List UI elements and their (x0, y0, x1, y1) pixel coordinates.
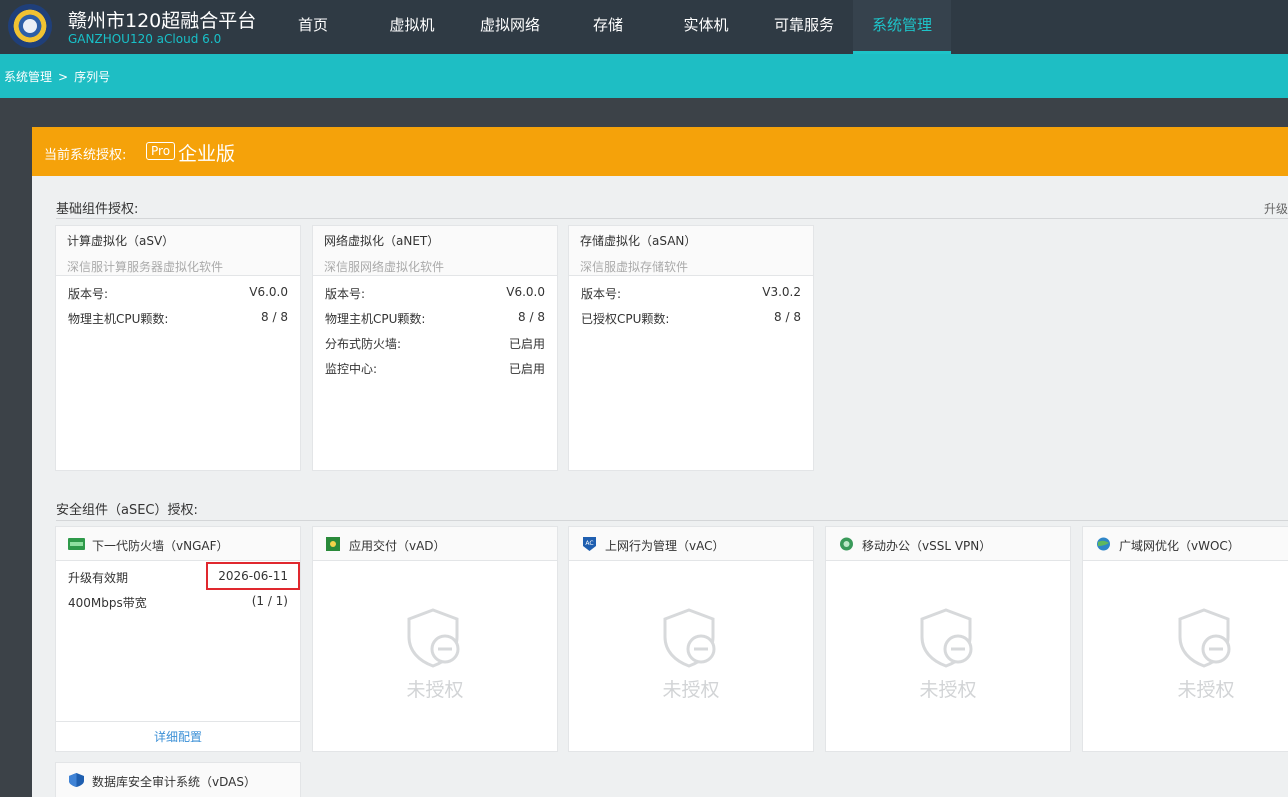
card-title: 应用交付（vAD） (349, 539, 446, 553)
card-title: 存储虚拟化（aSAN） (580, 234, 697, 248)
info-row: 版本号: V6.0.0 (313, 280, 557, 305)
ad-icon (326, 537, 340, 551)
vad-card: 应用交付（vAD） 未授权 (312, 526, 558, 752)
security-section-title: 安全组件（aSEC）授权: (56, 503, 198, 518)
info-row: 已授权CPU颗数: 8 / 8 (569, 305, 813, 330)
app-title: 赣州市120超融合平台 (68, 10, 257, 32)
card-title: 上网行为管理（vAC） (605, 539, 725, 553)
top-navbar: 赣州市120超融合平台 GANZHOU120 aCloud 6.0 首页 虚拟机… (0, 0, 1288, 54)
card-title: 数据库安全审计系统（vDAS） (92, 775, 256, 789)
vssl-vpn-card: 移动办公（vSSL VPN） 未授权 (825, 526, 1071, 752)
row-value: V6.0.0 (506, 285, 545, 299)
nav-system-management[interactable]: 系统管理 (853, 0, 951, 54)
row-key: 监控中心: (325, 362, 378, 376)
row-key: 版本号: (581, 287, 622, 301)
nav-physical[interactable]: 实体机 (672, 0, 740, 54)
unlicensed-state: 未授权 (313, 607, 557, 702)
svg-text:AC: AC (585, 540, 593, 547)
upgrade-link[interactable]: 升级 (1264, 200, 1288, 217)
vdas-card: 数据库安全审计系统（vDAS） (55, 762, 301, 797)
info-row: 版本号: V6.0.0 (56, 280, 300, 305)
unlicensed-label: 未授权 (919, 679, 977, 701)
app-subtitle: GANZHOU120 aCloud 6.0 (68, 32, 222, 46)
info-row: 物理主机CPU颗数: 8 / 8 (56, 305, 300, 330)
vngaf-card: 下一代防火墙（vNGAF） 升级有效期 2026-06-11 400Mbps带宽(… (55, 526, 301, 752)
nav-reliable[interactable]: 可靠服务 (764, 0, 844, 54)
vwoc-card: 广域网优化（vWOC） 未授权 (1082, 526, 1288, 752)
row-key: 版本号: (68, 287, 109, 301)
row-value: V6.0.0 (249, 285, 288, 299)
anet-card: 网络虚拟化（aNET） 深信服网络虚拟化软件 版本号: V6.0.0 物理主机CP… (312, 225, 558, 471)
section-divider (56, 218, 1288, 219)
ac-icon: AC (583, 537, 596, 551)
breadcrumb-separator: > (58, 70, 69, 84)
row-value: 8 / 8 (774, 310, 801, 324)
row-value: (1 / 1) (251, 594, 288, 608)
card-title: 计算虚拟化（aSV） (67, 234, 175, 248)
shield-icon (920, 608, 973, 668)
unlicensed-label: 未授权 (406, 679, 464, 701)
unlicensed-state: 未授权 (569, 607, 813, 702)
info-row: 物理主机CPU颗数: 8 / 8 (313, 305, 557, 330)
row-value: 8 / 8 (518, 310, 545, 324)
row-value: 已启用 (508, 362, 545, 376)
info-row: 版本号: V3.0.2 (569, 280, 813, 305)
basic-section-title: 基础组件授权: (56, 202, 139, 217)
card-title: 广域网优化（vWOC） (1119, 539, 1240, 553)
card-title: 下一代防火墙（vNGAF） (92, 539, 229, 553)
card-description: 深信服网络虚拟化软件 (324, 260, 445, 274)
pro-badge: Pro (146, 142, 176, 160)
row-value: 已启用 (508, 337, 545, 351)
breadcrumb-current: 序列号 (74, 70, 111, 84)
unlicensed-state: 未授权 (1083, 607, 1288, 702)
ngaf-icon (68, 538, 85, 550)
breadcrumb-band: 系统管理 > 序列号 (0, 54, 1288, 98)
unlicensed-label: 未授权 (1177, 679, 1235, 701)
unlicensed-state: 未授权 (826, 607, 1070, 702)
card-description: 深信服计算服务器虚拟化软件 (67, 260, 224, 274)
unlicensed-label: 未授权 (662, 679, 720, 701)
row-key: 400Mbps带宽 (68, 596, 147, 610)
row-key: 已授权CPU颗数: (581, 312, 670, 326)
woc-icon (1097, 537, 1110, 551)
breadcrumb: 系统管理 > 序列号 (4, 68, 110, 85)
license-panel: 当前系统授权: Pro 企业版 基础组件授权: 升级 计算虚拟化（aSV） 深信… (32, 127, 1288, 797)
row-key: 物理主机CPU颗数: (68, 312, 169, 326)
license-bar: 当前系统授权: Pro 企业版 (32, 127, 1288, 176)
card-description: 深信服虚拟存储软件 (580, 260, 689, 274)
card-title: 网络虚拟化（aNET） (324, 234, 440, 248)
asan-card: 存储虚拟化（aSAN） 深信服虚拟存储软件 版本号: V3.0.2 已授权CPU颗… (568, 225, 814, 471)
info-row: 监控中心: 已启用 (313, 355, 557, 380)
shield-icon (407, 608, 460, 668)
license-edition: 企业版 (178, 143, 236, 165)
nav-vm[interactable]: 虚拟机 (378, 0, 446, 54)
das-icon (69, 773, 84, 787)
row-key: 版本号: (325, 287, 366, 301)
info-row: 分布式防火墙: 已启用 (313, 330, 557, 355)
info-row: 400Mbps带宽 (1 / 1) (56, 589, 300, 614)
row-key: 升级有效期 (68, 571, 129, 585)
card-title: 移动办公（vSSL VPN） (862, 539, 992, 553)
shield-icon (663, 608, 716, 668)
vac-card: AC 上网行为管理（vAC） 未授权 (568, 526, 814, 752)
section-divider (56, 520, 1288, 521)
asv-card: 计算虚拟化（aSV） 深信服计算服务器虚拟化软件 版本号: V6.0.0 物理主机… (55, 225, 301, 471)
nav-vnet[interactable]: 虚拟网络 (470, 0, 550, 54)
shield-icon (1178, 608, 1231, 668)
row-value: 8 / 8 (261, 310, 288, 324)
row-value: V3.0.2 (762, 285, 801, 299)
highlight-box (206, 562, 300, 590)
row-key: 分布式防火墙: (325, 337, 402, 351)
nav-home[interactable]: 首页 (282, 0, 344, 54)
row-key: 物理主机CPU颗数: (325, 312, 426, 326)
license-label: 当前系统授权: (44, 148, 127, 163)
logo-icon (8, 4, 52, 48)
detail-config-link[interactable]: 详细配置 (56, 721, 300, 751)
vpn-icon (840, 537, 853, 551)
breadcrumb-root[interactable]: 系统管理 (4, 70, 52, 84)
nav-storage[interactable]: 存储 (580, 0, 636, 54)
